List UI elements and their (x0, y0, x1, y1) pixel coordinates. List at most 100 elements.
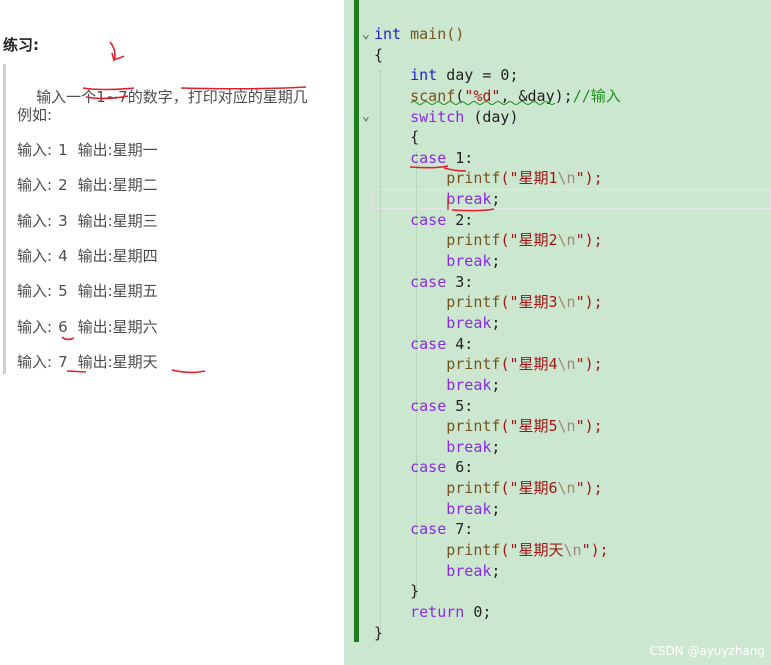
input-label: 输入: (17, 176, 53, 195)
code-line: case 3: (374, 272, 621, 293)
code-line: printf("星期1\n"); (374, 168, 621, 189)
code-line: case 5: (374, 396, 621, 417)
weekday-value: 星期四 (112, 246, 158, 265)
string-literal: "); (575, 293, 603, 312)
string-literal: ("星期4 (500, 355, 558, 374)
code-line: int main() (374, 24, 621, 45)
keyword: break (446, 437, 492, 456)
weekday-value: 星期五 (112, 282, 158, 301)
weekday-value: 星期三 (112, 211, 158, 230)
example-row: 输入: 7 输出:星期天 (17, 351, 158, 372)
weekday-value: 星期天 (112, 352, 158, 371)
input-label: 输入: (17, 282, 53, 301)
keyword: case (410, 458, 447, 477)
input-label: 输入: (17, 352, 53, 371)
code-line: printf("星期5\n"); (374, 416, 621, 437)
input-number: 5 (58, 282, 68, 301)
code-lines[interactable]: int main() { int day = 0; scanf("%d", &d… (374, 24, 621, 643)
code-line: int day = 0; (374, 65, 621, 86)
keyword: case (410, 520, 447, 539)
code-text: ; (491, 375, 501, 394)
output-label: 输出: (77, 352, 113, 371)
code-line: printf("星期4\n"); (374, 354, 621, 375)
task-part-3: 数字， (142, 88, 188, 106)
keyword: int (410, 66, 438, 85)
input-number: 4 (58, 246, 68, 265)
brace: { (410, 128, 420, 147)
function-name: printf (446, 355, 501, 374)
function-name: printf (446, 169, 501, 188)
escape-sequence: \n (557, 479, 576, 498)
code-editor[interactable]: ⌄ ⌄ int main() { int day = 0; scanf("%d"… (344, 0, 771, 665)
weekday-value: 星期二 (112, 176, 158, 195)
keyword: break (446, 190, 492, 209)
weekday-value: 星期一 (112, 141, 158, 159)
input-number: 7 (58, 352, 68, 371)
watermark: CSDN @ayuyzhang (649, 644, 765, 658)
example-row: 输入: 5 输出:星期五 (17, 280, 158, 301)
function-name: printf (446, 417, 501, 436)
input-number: 6 (58, 317, 68, 336)
code-line: { (374, 127, 621, 148)
keyword: int (374, 25, 402, 43)
comment: //输入 (572, 86, 621, 105)
code-line: case 7: (374, 519, 621, 540)
task-action: 打印对应的星期几 (187, 88, 308, 106)
keyword: break (446, 499, 492, 518)
string-literal: ("星期6 (500, 479, 558, 498)
input-number: 2 (58, 176, 68, 195)
keyword: switch (410, 107, 465, 126)
input-number: 3 (58, 211, 68, 230)
function-name: printf (446, 541, 501, 560)
code-line: break; (374, 375, 621, 396)
fold-chevron-icon[interactable]: ⌄ (362, 109, 370, 124)
fold-chevron-icon[interactable]: ⌄ (362, 27, 370, 42)
escape-sequence: \n (557, 231, 576, 250)
keyword: break (446, 375, 492, 394)
task-text: 输入一个1~7的数字，打印对应的星期几 (17, 68, 308, 125)
keyword: case (410, 396, 447, 415)
example-row: 输入: 3 输出:星期三 (17, 210, 158, 231)
escape-sequence: \n (557, 169, 576, 188)
code-line: break; (374, 437, 621, 458)
case-value: 6: (446, 458, 474, 477)
output-label: 输出: (77, 282, 113, 301)
string-literal: "); (581, 541, 609, 560)
keyword: case (410, 148, 447, 167)
code-line: case 1: (374, 148, 621, 169)
brace: } (410, 582, 420, 601)
case-value: 5: (446, 396, 474, 415)
code-line: case 2: (374, 210, 621, 231)
weekday-value: 星期六 (112, 317, 158, 336)
output-label: 输出: (77, 317, 113, 336)
string-literal: ("星期1 (500, 169, 558, 188)
input-label: 输入: (17, 317, 53, 336)
string-literal: "); (575, 169, 603, 188)
escape-sequence: \n (563, 541, 582, 560)
escape-sequence: \n (557, 417, 576, 436)
blockquote-bar (3, 64, 6, 374)
code-line: break; (374, 189, 621, 210)
code-text: ; (491, 313, 501, 332)
input-label: 输入: (17, 211, 53, 230)
case-value: 7: (446, 520, 474, 539)
code-line: switch (day) (374, 107, 621, 128)
task-range: 1~7的 (96, 88, 143, 106)
code-line: printf("星期3\n"); (374, 292, 621, 313)
output-label: 输出: (77, 176, 113, 195)
code-text: ; (491, 252, 501, 271)
code-line: printf("星期6\n"); (374, 478, 621, 499)
input-label: 输入: (17, 246, 53, 265)
code-line: break; (374, 251, 621, 272)
case-value: 1: (446, 148, 474, 167)
keyword: return (410, 602, 465, 621)
string-literal: "%d" (464, 86, 501, 105)
example-row: 输入: 4 输出:星期四 (17, 245, 158, 266)
keyword: break (446, 313, 492, 332)
code-line: return 0; (374, 602, 621, 623)
code-line: break; (374, 561, 621, 582)
string-literal: "); (575, 355, 603, 374)
keyword: break (446, 561, 492, 580)
string-literal: ("星期天 (500, 541, 564, 560)
code-line: case 6: (374, 457, 621, 478)
